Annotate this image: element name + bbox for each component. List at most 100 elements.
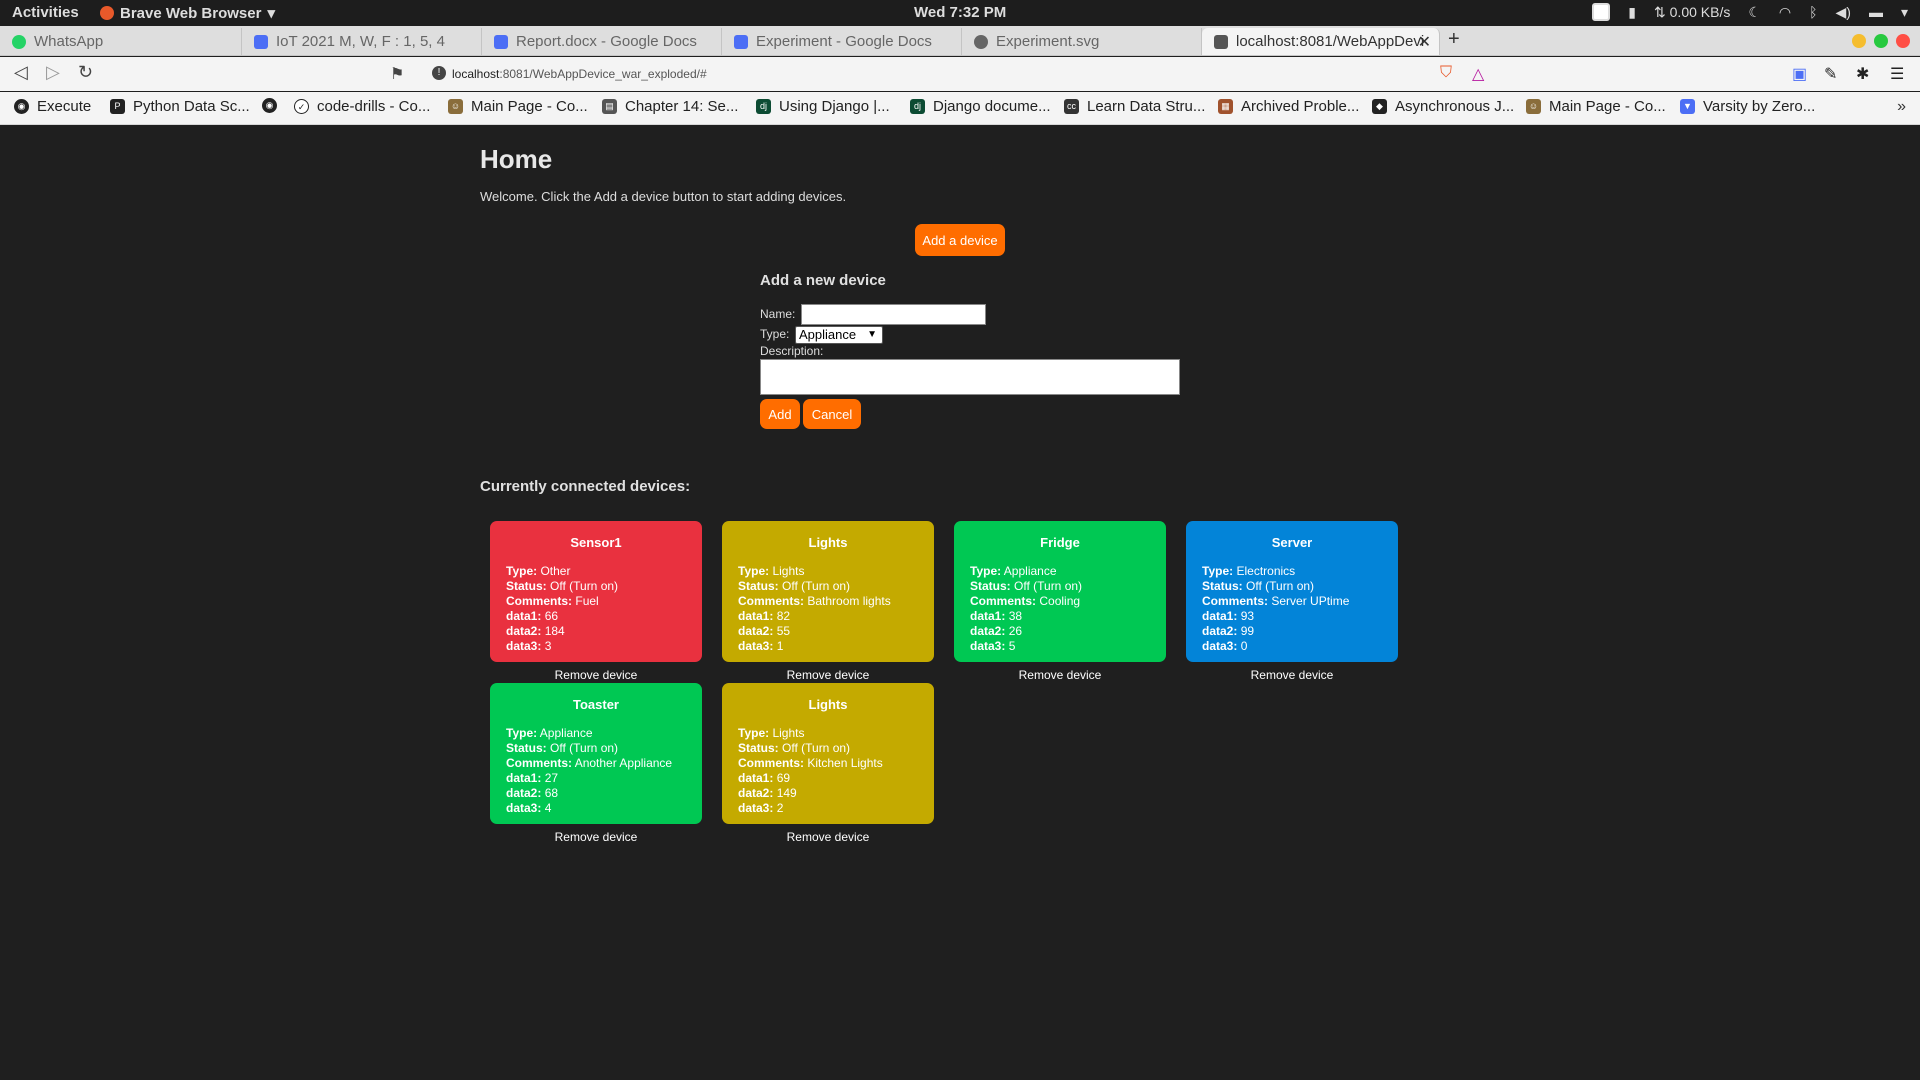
device-data3-row: data3: 3 xyxy=(506,639,618,654)
system-tray[interactable]: ▮ ⇅ 0.00 KB/s ☾ ◠ ᛒ ◀) ▬ ▾ xyxy=(1592,3,1908,21)
tab-label: Experiment - Google Docs xyxy=(756,33,932,50)
bookmark-using-django[interactable]: dj Using Django |... xyxy=(756,98,890,115)
device-name: Toaster xyxy=(573,697,619,712)
globe-icon: ◉ xyxy=(262,98,277,113)
remove-device-link[interactable]: Remove device xyxy=(722,668,934,682)
brave-rewards-icon[interactable]: △ xyxy=(1472,64,1484,84)
tab-iot[interactable]: IoT 2021 M, W, F : 1, 5, 4 xyxy=(242,28,482,55)
device-status-row[interactable]: Status: Off (Turn on) xyxy=(970,579,1082,594)
device-status-row[interactable]: Status: Off (Turn on) xyxy=(1202,579,1349,594)
device-comments-value: Fuel xyxy=(575,594,599,608)
device-status-row[interactable]: Status: Off (Turn on) xyxy=(506,741,672,756)
device-card[interactable]: Server Type: Electronics Status: Off (Turn… xyxy=(1186,521,1398,662)
device-data1-value: 66 xyxy=(544,609,559,623)
app-menu[interactable]: Brave Web Browser ▾ xyxy=(100,4,275,22)
bookmark-chapter-14[interactable]: ▤ Chapter 14: Se... xyxy=(602,98,738,115)
bookmark-code-drills[interactable]: ✓ code-drills - Co... xyxy=(294,98,430,115)
web-page: Home Welcome. Click the Add a device but… xyxy=(0,126,1920,1080)
codepen-icon: ◆ xyxy=(1372,99,1387,114)
device-card[interactable]: Lights Type: Lights Status: Off (Turn on) C… xyxy=(722,683,934,824)
tab-whatsapp[interactable]: WhatsApp xyxy=(0,28,242,55)
bookmark-execute[interactable]: ◉ Execute xyxy=(14,98,91,115)
tab-label: localhost:8081/WebAppDevi xyxy=(1236,33,1425,50)
reload-icon[interactable]: ↻ xyxy=(78,62,93,83)
device-data3-row: data3: 2 xyxy=(738,801,883,816)
device-status-value: Off (Turn on) xyxy=(550,579,619,593)
bookmark-archived-problems[interactable]: ▦ Archived Proble... xyxy=(1218,98,1359,115)
close-tab-icon[interactable]: ✕ xyxy=(1418,32,1431,52)
device-card[interactable]: Fridge Type: Appliance Status: Off (Turn o… xyxy=(954,521,1166,662)
type-select[interactable]: Appliance ▼ xyxy=(795,326,883,344)
device-type-row: Type: Appliance xyxy=(970,564,1082,579)
remove-device-link[interactable]: Remove device xyxy=(722,830,934,844)
back-icon[interactable]: ◁ xyxy=(14,62,28,83)
type-label: Type: xyxy=(760,327,790,341)
tab-experiment-docs[interactable]: Experiment - Google Docs xyxy=(722,28,962,55)
clock[interactable]: Wed 7:32 PM xyxy=(914,4,1006,21)
minimize-button[interactable] xyxy=(1852,34,1866,48)
maximize-button[interactable] xyxy=(1874,34,1888,48)
tab-report-docs[interactable]: Report.docx - Google Docs xyxy=(482,28,722,55)
brave-shields-icon[interactable]: ⛉ xyxy=(1440,64,1452,82)
device-data1-row: data1: 27 xyxy=(506,771,672,786)
signal-bars-icon: ▮ xyxy=(1628,3,1637,20)
activities-button[interactable]: Activities xyxy=(12,4,79,21)
device-card[interactable]: Toaster Type: Appliance Status: Off (Turn … xyxy=(490,683,702,824)
bookmark-globe[interactable]: ◉ xyxy=(262,98,285,113)
device-comments-label: Comments: xyxy=(970,594,1037,608)
device-card[interactable]: Lights Type: Lights Status: Off (Turn on) C… xyxy=(722,521,934,662)
bookmark-label: Python Data Sc... xyxy=(133,98,250,115)
add-button[interactable]: Add xyxy=(760,399,800,429)
device-data3-label: data3: xyxy=(506,639,542,653)
add-device-button[interactable]: Add a device xyxy=(915,224,1005,256)
site-info-icon[interactable]: ! xyxy=(432,66,446,80)
remove-device-link[interactable]: Remove device xyxy=(954,668,1166,682)
device-status-row[interactable]: Status: Off (Turn on) xyxy=(506,579,618,594)
device-data2-value: 99 xyxy=(1240,624,1255,638)
forward-icon[interactable]: ▷ xyxy=(46,62,60,83)
remove-device-link[interactable]: Remove device xyxy=(490,668,702,682)
remove-device-link[interactable]: Remove device xyxy=(1186,668,1398,682)
device-data3-row: data3: 4 xyxy=(506,801,672,816)
device-card[interactable]: Sensor1 Type: Other Status: Off (Turn on) C… xyxy=(490,521,702,662)
bookmark-label: Django docume... xyxy=(933,98,1051,115)
close-window-button[interactable] xyxy=(1896,34,1910,48)
bookmark-page-icon[interactable]: ⚑ xyxy=(390,64,404,84)
tab-localhost[interactable]: localhost:8081/WebAppDevi ✕ xyxy=(1202,28,1440,55)
address-field[interactable]: localhost:8081/WebAppDevice_war_exploded… xyxy=(452,67,707,81)
screen-icon[interactable] xyxy=(1592,3,1611,21)
name-input[interactable] xyxy=(801,304,986,325)
device-comments-row: Comments: Server UPtime xyxy=(1202,594,1349,609)
django-icon: dj xyxy=(910,99,925,114)
device-data1-row: data1: 93 xyxy=(1202,609,1349,624)
device-type-value: Appliance xyxy=(1003,564,1057,578)
bookmark-learn-data[interactable]: cc Learn Data Stru... xyxy=(1064,98,1205,115)
device-data2-label: data2: xyxy=(738,786,774,800)
extension-icon[interactable]: ✎ xyxy=(1824,64,1837,84)
more-bookmarks-icon[interactable]: » xyxy=(1897,98,1906,116)
bookmark-main-page[interactable]: ☺ Main Page - Co... xyxy=(448,98,588,115)
translate-extension-icon[interactable]: ▣ xyxy=(1792,64,1807,84)
device-name: Sensor1 xyxy=(570,535,622,550)
device-comments-label: Comments: xyxy=(1202,594,1269,608)
device-status-row[interactable]: Status: Off (Turn on) xyxy=(738,579,891,594)
bookmark-python-data[interactable]: P Python Data Sc... xyxy=(110,98,250,115)
device-comments-row: Comments: Cooling xyxy=(970,594,1082,609)
extensions-puzzle-icon[interactable]: ✱ xyxy=(1856,64,1869,84)
bookmark-main-page-2[interactable]: ☺ Main Page - Co... xyxy=(1526,98,1666,115)
bookmark-django-docs[interactable]: dj Django docume... xyxy=(910,98,1051,115)
bookmark-asynchronous[interactable]: ◆ Asynchronous J... xyxy=(1372,98,1514,115)
bookmark-varsity[interactable]: ▼ Varsity by Zero... xyxy=(1680,98,1815,115)
device-status-label: Status: xyxy=(738,741,779,755)
cancel-button[interactable]: Cancel xyxy=(803,399,861,429)
device-data1-row: data1: 69 xyxy=(738,771,883,786)
remove-device-link[interactable]: Remove device xyxy=(490,830,702,844)
device-name: Server xyxy=(1271,535,1313,550)
device-status-row[interactable]: Status: Off (Turn on) xyxy=(738,741,883,756)
new-tab-button[interactable]: + xyxy=(1448,28,1460,51)
power-menu-icon[interactable]: ▾ xyxy=(1901,4,1908,21)
tab-label: IoT 2021 M, W, F : 1, 5, 4 xyxy=(276,33,445,50)
tab-experiment-svg[interactable]: Experiment.svg xyxy=(962,28,1202,55)
menu-icon[interactable]: ☰ xyxy=(1890,64,1904,84)
description-textarea[interactable] xyxy=(760,359,1180,395)
